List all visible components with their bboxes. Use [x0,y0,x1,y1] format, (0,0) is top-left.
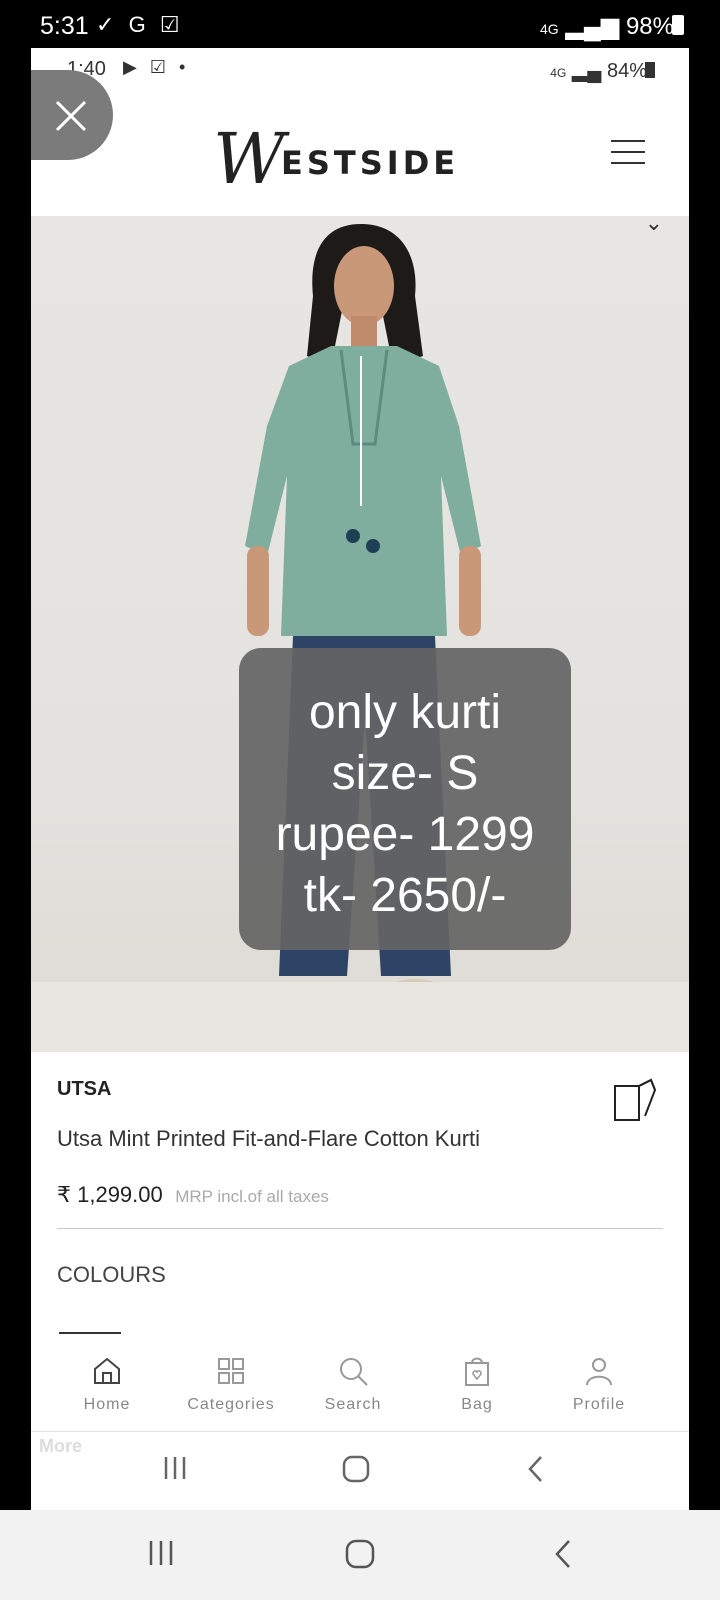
checkbox-icon: ☑ [159,12,184,37]
battery-percent: 98% [625,13,674,40]
bottom-nav: Home Categories Search Bag Profile [31,1342,689,1432]
more-label: More [39,1436,83,1456]
inner-network-label: 4G [550,66,567,80]
youtube-icon: ▶ [123,57,141,77]
price-overlay: only kurti size- S rupee- 1299 tk- 2650/… [239,648,571,950]
search-icon [340,1358,368,1386]
profile-icon [586,1358,612,1386]
inner-signal-icon: ▂▄ [571,60,602,82]
network-label: 4G [540,21,559,37]
price-row: ₹ 1,299.00 MRP incl.of all taxes [57,1182,329,1208]
logo-initial: W [213,118,285,200]
inner-status-icons: ▶ ☑ • [123,57,189,78]
product-name: Utsa Mint Printed Fit-and-Flare Cotton K… [57,1126,481,1151]
overlay-line-1: only kurti [308,686,502,739]
dot-icon: • [179,57,190,77]
mrp-note: MRP incl.of all taxes [175,1187,329,1206]
nav-home-label: Home [83,1396,131,1413]
close-icon [55,100,87,132]
signal-app-icon: ✓ [96,12,119,37]
battery-icon [672,15,684,35]
hamburger-menu-icon[interactable] [611,140,645,164]
divider [57,1228,663,1229]
back-icon[interactable] [525,1454,547,1484]
google-icon: G [128,12,150,37]
outer-status-right: 4G ▂▄▆ 98% [540,12,674,41]
nav-search-label: Search [324,1396,382,1413]
colour-swatch-indicator[interactable] [59,1332,121,1334]
floor [31,982,689,1052]
logo-text: ESTSIDE [281,144,460,182]
home-button-icon[interactable] [344,1538,376,1570]
inner-system-nav: More [31,1432,689,1510]
nav-profile-label: Profile [572,1396,626,1413]
recent-apps-icon[interactable] [161,1454,189,1482]
brand-name[interactable]: UTSA [57,1078,111,1101]
overlay-line-3: rupee- 1299 [275,808,535,861]
product-price: ₹ 1,299.00 [57,1182,163,1207]
bag-icon [465,1357,489,1386]
inner-screenshot: 1:40 ▶ ☑ • 4G ▂▄ 84% < W ESTSIDE ⌄ [31,48,689,1510]
outer-status-icons: ✓ G ☑ [96,12,184,38]
colours-label: COLOURS [57,1262,166,1287]
recent-apps-icon[interactable] [146,1538,176,1568]
nav-categories[interactable]: Categories [171,1342,291,1414]
inner-status-right: 4G ▂▄ 84% [550,58,647,83]
westside-logo[interactable]: W ESTSIDE [213,118,513,200]
checkbox-icon: ☑ [149,57,170,77]
grid-icon [218,1358,244,1384]
overlay-line-4: tk- 2650/- [303,869,507,922]
home-button-icon[interactable] [341,1454,371,1484]
overlay-line-2: size- S [331,747,479,800]
outer-system-nav [0,1510,720,1600]
nav-bag[interactable]: Bag [417,1342,537,1414]
nav-categories-label: Categories [187,1396,275,1413]
nav-home[interactable]: Home [47,1342,167,1414]
inner-battery-percent: 84% [606,60,647,82]
back-icon[interactable] [552,1538,574,1570]
inner-status-bar: 1:40 ▶ ☑ • 4G ▂▄ 84% [31,48,689,94]
home-icon [94,1357,120,1384]
nav-profile[interactable]: Profile [539,1342,659,1414]
share-icon[interactable] [611,1076,659,1124]
outer-status-time: 5:31 [40,12,89,40]
signal-icon: ▂▄▆ [565,13,620,40]
nav-bag-label: Bag [461,1396,493,1413]
close-button[interactable] [31,70,113,160]
inner-battery-icon [645,62,655,78]
nav-search[interactable]: Search [293,1342,413,1414]
product-details: UTSA Utsa Mint Printed Fit-and-Flare Cot… [31,1052,689,1352]
outer-status-bar: 5:31 ✓ G ☑ 4G ▂▄▆ 98% [0,0,720,52]
